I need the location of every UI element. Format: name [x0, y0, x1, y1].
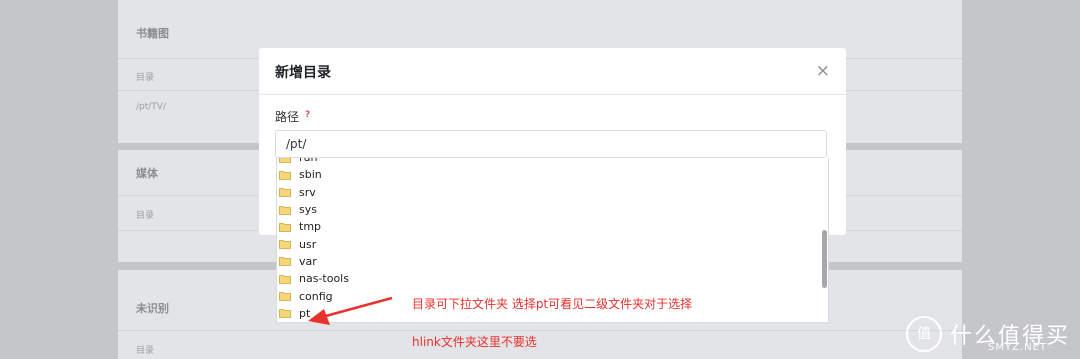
dropdown-scrollbar[interactable] [822, 230, 827, 288]
directory-item-sbin[interactable]: sbin [277, 166, 817, 183]
annotation-note-dropdown: 目录可下拉文件夹 选择pt可看见二级文件夹对于选择 [412, 297, 693, 311]
directory-item-var[interactable]: var [277, 253, 817, 270]
directory-item-label: srv [299, 185, 316, 199]
modal-header: 新增目录 × [259, 48, 846, 95]
background-section-title: 未识别 [136, 302, 169, 315]
folder-icon [279, 292, 291, 301]
folder-icon [279, 205, 291, 215]
directory-item-label: nas-tools [299, 272, 349, 286]
annotation-arrow [308, 296, 393, 325]
directory-item-tmp[interactable]: tmp [277, 218, 817, 235]
folder-icon [279, 158, 291, 163]
arrow-head [308, 309, 330, 325]
watermark-logo-icon: 值 [906, 316, 942, 352]
directory-item-nas-tools[interactable]: nas-tools [277, 270, 817, 287]
directory-item-sys[interactable]: sys [277, 201, 817, 218]
folder-icon [279, 222, 291, 232]
close-icon[interactable]: × [816, 62, 830, 80]
folder-icon [279, 188, 291, 198]
help-icon[interactable]: ? [305, 110, 310, 120]
background-section-title: 媒体 [136, 167, 158, 180]
directory-item-usr[interactable]: usr [277, 235, 817, 252]
directory-item-label: usr [299, 237, 317, 251]
folder-icon [279, 240, 291, 250]
path-input[interactable] [275, 130, 827, 158]
annotation-note-hlink: hlink文件夹这里不要选 [412, 335, 537, 349]
modal-title: 新增目录 [275, 65, 331, 81]
folder-icon [279, 274, 291, 284]
background-section-label: 目录 [136, 73, 155, 83]
directory-item-label: var [299, 254, 317, 268]
directory-item-label: tmp [299, 220, 322, 234]
directory-item-run[interactable]: run [277, 158, 817, 166]
folder-icon [279, 171, 291, 180]
divider [118, 330, 962, 331]
directory-item-label: sys [299, 203, 317, 217]
background-section-value: /pt/TV/ [136, 102, 166, 112]
arrow-shaft [321, 296, 393, 319]
watermark-subtext: SMYZ.NET [988, 342, 1048, 353]
directory-item-label: run [299, 158, 317, 164]
background-section-label: 目录 [136, 346, 155, 356]
directory-item-srv[interactable]: srv [277, 184, 817, 201]
folder-icon [279, 257, 291, 267]
directory-item-label: sbin [299, 168, 322, 182]
folder-icon [279, 309, 291, 319]
background-section-title: 书籍图 [136, 27, 169, 40]
path-label: 路径 [275, 110, 300, 124]
background-section-label: 目录 [136, 211, 155, 221]
